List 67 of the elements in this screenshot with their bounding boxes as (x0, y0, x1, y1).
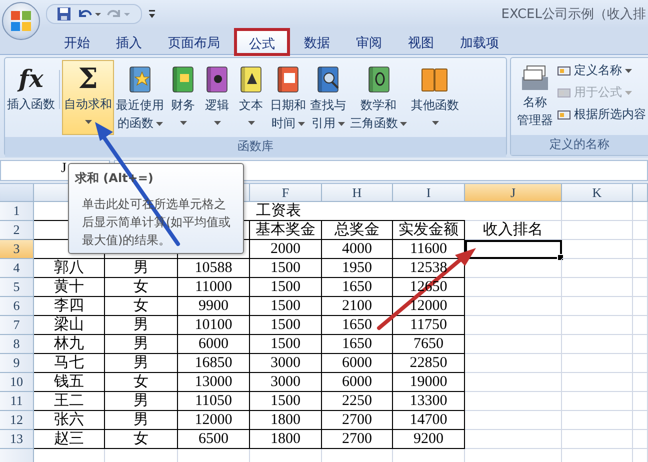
table-cell: 郭八 (34, 259, 105, 278)
table-cell: 10100 (178, 316, 250, 335)
table-cell: 2100 (322, 297, 393, 316)
table-cell: 1650 (322, 335, 393, 354)
table-cell: 13000 (178, 373, 250, 392)
table-cell: 男 (105, 335, 178, 354)
table-cell: 22850 (393, 354, 465, 373)
table-cell: 16850 (178, 354, 250, 373)
table-cell: 梁山 (34, 316, 105, 335)
table-cell: 10588 (178, 259, 250, 278)
table-cell: 11750 (393, 316, 465, 335)
table-cell: 李四 (34, 297, 105, 316)
window-title: EXCEL公司示例（收入排 (501, 6, 647, 23)
table-cell: 女 (105, 297, 178, 316)
table-cell: 2700 (322, 430, 393, 449)
table-cell: 6000 (322, 373, 393, 392)
table-cell: 3000 (250, 354, 322, 373)
table-cell: 钱五 (34, 373, 105, 392)
sheet-title: 工资表 (256, 203, 301, 219)
table-cell: 女 (105, 373, 178, 392)
table-cell: 总奖金 (322, 221, 393, 240)
table-cell: 1800 (250, 411, 322, 430)
table-cell: 2000 (250, 240, 322, 259)
table-cell: 1800 (250, 430, 322, 449)
table-cell: 男 (105, 259, 178, 278)
table-cell: 12000 (393, 297, 465, 316)
table-cell: 1500 (250, 392, 322, 411)
table-cell: 1500 (250, 335, 322, 354)
table-cell: 9900 (178, 297, 250, 316)
table-cell: 1950 (322, 259, 393, 278)
table-cell: 女 (105, 430, 178, 449)
table-cell: 11050 (178, 392, 250, 411)
table-cell: 13300 (393, 392, 465, 411)
table-cell: 马七 (34, 354, 105, 373)
table-cell: 1650 (322, 316, 393, 335)
table-cell: 1500 (250, 316, 322, 335)
table-cell: 11000 (178, 278, 250, 297)
table-cell: 基本奖金 (250, 221, 322, 240)
group-label: 函数库 (5, 137, 506, 157)
table-cell: 19000 (393, 373, 465, 392)
table-cell: 男 (105, 354, 178, 373)
table-cell: 张六 (34, 411, 105, 430)
table-cell: 6500 (178, 430, 250, 449)
table-cell: 12000 (178, 411, 250, 430)
table-cell: 实发金额 (393, 221, 465, 240)
table-cell: 9200 (393, 430, 465, 449)
table-cell: 女 (105, 278, 178, 297)
table-cell: 2250 (322, 392, 393, 411)
table-cell: 男 (105, 392, 178, 411)
table-cell: 男 (105, 411, 178, 430)
group-label: 定义的名称 (511, 135, 648, 155)
table-cell: 6000 (178, 335, 250, 354)
table-cell: 男 (105, 316, 178, 335)
table-cell: 1500 (250, 297, 322, 316)
table-cell: 1650 (322, 278, 393, 297)
table-cell: 赵三 (34, 430, 105, 449)
table-cell: 3000 (250, 373, 322, 392)
table-cell: 2700 (322, 411, 393, 430)
table-cell: 1500 (250, 278, 322, 297)
table-cell: 6000 (322, 354, 393, 373)
table-cell: 王二 (34, 392, 105, 411)
table-cell: 7650 (393, 335, 465, 354)
table-cell: 4000 (322, 240, 393, 259)
table-cell: 14700 (393, 411, 465, 430)
table-cell: 黄十 (34, 278, 105, 297)
table-cell: 林九 (34, 335, 105, 354)
table-cell: 1500 (250, 259, 322, 278)
